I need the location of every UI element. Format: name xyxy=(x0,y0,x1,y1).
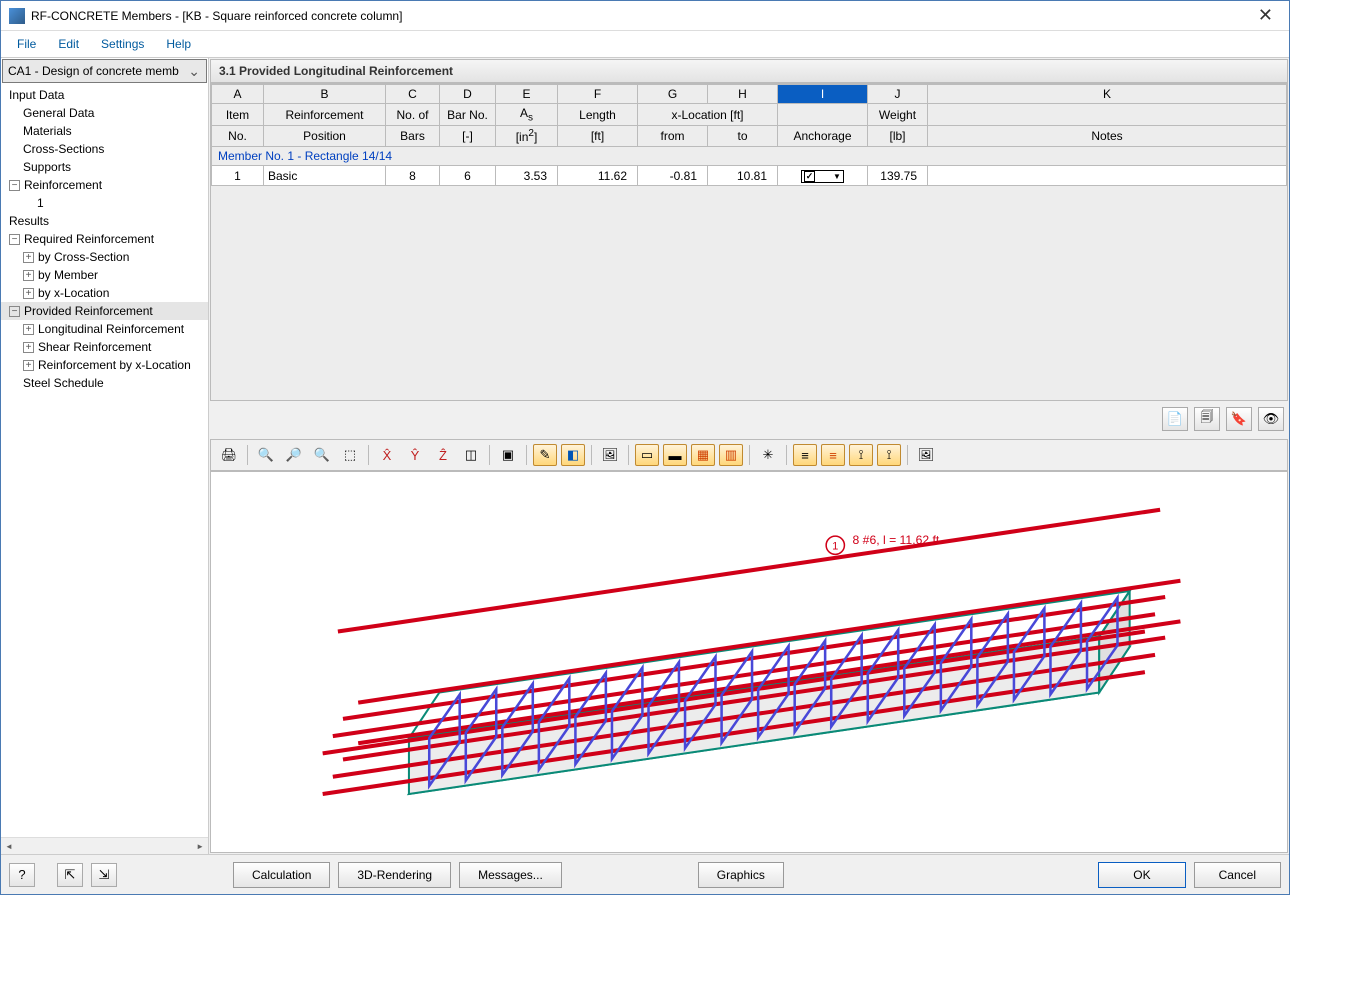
selected-col-i: I xyxy=(778,85,868,104)
tree-longitudinal[interactable]: +Longitudinal Reinforcement xyxy=(1,320,208,338)
expand-icon[interactable]: + xyxy=(23,252,34,263)
tree-required[interactable]: −Required Reinforcement xyxy=(1,230,208,248)
grid-header-letters: ABC DEF GH I JK xyxy=(212,85,1287,104)
zoom-out-icon[interactable]: 🔍 xyxy=(310,444,334,466)
anchorage-dropdown-icon[interactable]: ▼ xyxy=(833,172,841,181)
collapse-icon[interactable]: − xyxy=(9,180,20,191)
perspective-icon[interactable]: ▣ xyxy=(496,444,520,466)
grid-header-1: ItemReinforcementNo. of Bar No. As Lengt… xyxy=(212,104,1287,126)
hatch-icon[interactable]: ▥ xyxy=(719,444,743,466)
tree-provided[interactable]: −Provided Reinforcement xyxy=(1,302,208,320)
calculation-button[interactable]: Calculation xyxy=(233,862,330,888)
bar-callout-label: 8 #6, l = 11.62 ft xyxy=(853,533,940,547)
anchor-end-icon[interactable]: ⟟ xyxy=(877,444,901,466)
expand-icon[interactable]: + xyxy=(23,270,34,281)
menu-help[interactable]: Help xyxy=(156,34,201,54)
tree-by-x-location[interactable]: +by x-Location xyxy=(1,284,208,302)
anchor-start-icon[interactable]: ⟟ xyxy=(849,444,873,466)
data-row-1[interactable]: 1 Basic 8 6 3.53 11.62 -0.81 10.81 ✓▼ 13… xyxy=(212,166,1287,186)
expand-icon[interactable]: + xyxy=(23,360,34,371)
shear-rebar-icon[interactable]: ≡ xyxy=(821,444,845,466)
section-icon[interactable]: ▦ xyxy=(691,444,715,466)
print-3d-icon[interactable]: 🖨 xyxy=(217,444,241,466)
select-window-icon[interactable]: ⬚ xyxy=(338,444,362,466)
tree-materials[interactable]: Materials xyxy=(1,122,208,140)
tree-supports[interactable]: Supports xyxy=(1,158,208,176)
view-icon[interactable]: 👁 xyxy=(1258,407,1284,431)
iso-icon[interactable]: ◫ xyxy=(459,444,483,466)
viewport-toolbar: 🖨 🔍 🔎 🔍 ⬚ X̂ Ŷ Ẑ ◫ ▣ ✎ ◧ 🖼 ▭ xyxy=(210,439,1288,471)
menu-edit[interactable]: Edit xyxy=(48,34,89,54)
cancel-button[interactable]: Cancel xyxy=(1194,862,1281,888)
menubar: File Edit Settings Help xyxy=(1,31,1289,57)
tree-by-cross-section[interactable]: +by Cross-Section xyxy=(1,248,208,266)
collapse-icon[interactable]: − xyxy=(9,234,20,245)
sidebar-scroll-h[interactable] xyxy=(1,837,208,854)
rebar-rendering: 1 8 #6, l = 11.62 ft xyxy=(211,472,1287,852)
app-window: RF-CONCRETE Members - [KB - Square reinf… xyxy=(0,0,1290,895)
axes-icon[interactable]: ✳ xyxy=(756,444,780,466)
tree-shear[interactable]: +Shear Reinforcement xyxy=(1,338,208,356)
section-title: 3.1 Provided Longitudinal Reinforcement xyxy=(210,59,1288,83)
3d-viewport[interactable]: 1 8 #6, l = 11.62 ft xyxy=(210,471,1288,853)
member-row: Member No. 1 - Rectangle 14/14 xyxy=(212,147,1287,166)
tree-input-data[interactable]: Input Data xyxy=(1,86,208,104)
rendering-button[interactable]: 3D-Rendering xyxy=(338,862,451,888)
tree-by-member[interactable]: +by Member xyxy=(1,266,208,284)
export-icon[interactable]: 📄 xyxy=(1162,407,1188,431)
grid-toolbar: 📄 🗐 🔖 👁 xyxy=(210,401,1288,437)
ok-button[interactable]: OK xyxy=(1098,862,1185,888)
menu-settings[interactable]: Settings xyxy=(91,34,154,54)
sidebar: CA1 - Design of concrete memb Input Data… xyxy=(1,58,209,854)
expand-icon[interactable]: + xyxy=(23,342,34,353)
solid-icon[interactable]: ▬ xyxy=(663,444,687,466)
tree-reinforcement-1[interactable]: 1 xyxy=(1,194,208,212)
graphics-button[interactable]: Graphics xyxy=(698,862,784,888)
zoom-in-icon[interactable]: 🔎 xyxy=(282,444,306,466)
anchorage-checkbox[interactable]: ✓ xyxy=(804,171,815,182)
case-combo[interactable]: CA1 - Design of concrete memb xyxy=(2,59,207,83)
collapse-icon[interactable]: − xyxy=(9,306,20,317)
expand-icon[interactable]: + xyxy=(23,288,34,299)
export-settings-icon[interactable]: ⇲ xyxy=(91,863,117,887)
nav-tree: Input Data General Data Materials Cross-… xyxy=(1,84,208,837)
tree-steel-schedule[interactable]: Steel Schedule xyxy=(1,374,208,392)
tree-by-x[interactable]: +Reinforcement by x-Location xyxy=(1,356,208,374)
picture-icon[interactable]: 🖼 xyxy=(598,444,622,466)
view-y-icon[interactable]: Ŷ xyxy=(403,444,427,466)
view-x-icon[interactable]: X̂ xyxy=(375,444,399,466)
content: CA1 - Design of concrete memb Input Data… xyxy=(1,57,1289,854)
tree-cross-sections[interactable]: Cross-Sections xyxy=(1,140,208,158)
filter-icon[interactable]: 🔖 xyxy=(1226,407,1252,431)
view-z-icon[interactable]: Ẑ xyxy=(431,444,455,466)
tree-reinforcement[interactable]: −Reinforcement xyxy=(1,176,208,194)
messages-button[interactable]: Messages... xyxy=(459,862,562,888)
wireframe-icon[interactable]: ▭ xyxy=(635,444,659,466)
edit-icon[interactable]: ✎ xyxy=(533,444,557,466)
expand-icon[interactable]: + xyxy=(23,324,34,335)
app-icon xyxy=(9,8,25,24)
cube-icon[interactable]: ◧ xyxy=(561,444,585,466)
bar-callout-number: 1 xyxy=(832,540,838,552)
print-icon[interactable]: 🗐 xyxy=(1194,407,1220,431)
window-title: RF-CONCRETE Members - [KB - Square reinf… xyxy=(31,9,1250,23)
tree-results[interactable]: Results xyxy=(1,212,208,230)
main-panel: 3.1 Provided Longitudinal Reinforcement … xyxy=(209,58,1289,854)
titlebar: RF-CONCRETE Members - [KB - Square reinf… xyxy=(1,1,1289,31)
grid-header-2: No.PositionBars [-] [in2] [ft]fromto Anc… xyxy=(212,126,1287,147)
import-icon[interactable]: ⇱ xyxy=(57,863,83,887)
footer: ? ⇱ ⇲ Calculation 3D-Rendering Messages.… xyxy=(1,854,1289,894)
close-icon[interactable]: ✕ xyxy=(1250,5,1281,26)
results-grid[interactable]: ABC DEF GH I JK ItemReinforcementNo. of … xyxy=(210,83,1288,401)
zoom-fit-icon[interactable]: 🔍 xyxy=(254,444,278,466)
anchorage-cell[interactable]: ✓▼ xyxy=(778,166,868,186)
long-rebar-icon[interactable]: ≡ xyxy=(793,444,817,466)
help-icon[interactable]: ? xyxy=(9,863,35,887)
menu-file[interactable]: File xyxy=(7,34,46,54)
tree-general-data[interactable]: General Data xyxy=(1,104,208,122)
image-export-icon[interactable]: 🖼 xyxy=(914,444,938,466)
